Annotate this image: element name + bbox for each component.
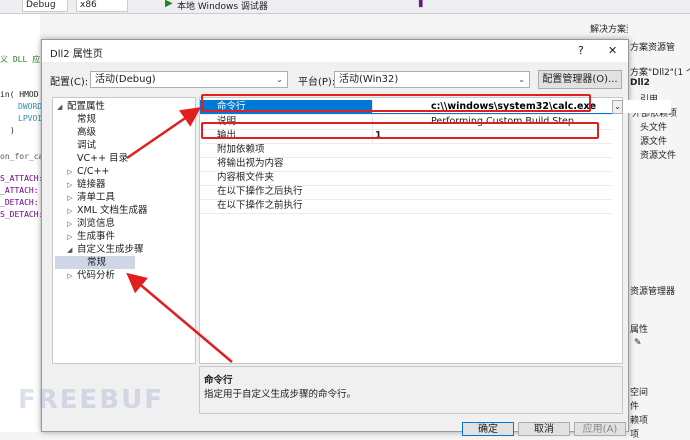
watermark: FREEBUF xyxy=(18,385,164,415)
arrow-to-command-line xyxy=(126,107,202,160)
arrow-to-general-node xyxy=(126,272,233,363)
annotation-arrows xyxy=(126,107,233,363)
